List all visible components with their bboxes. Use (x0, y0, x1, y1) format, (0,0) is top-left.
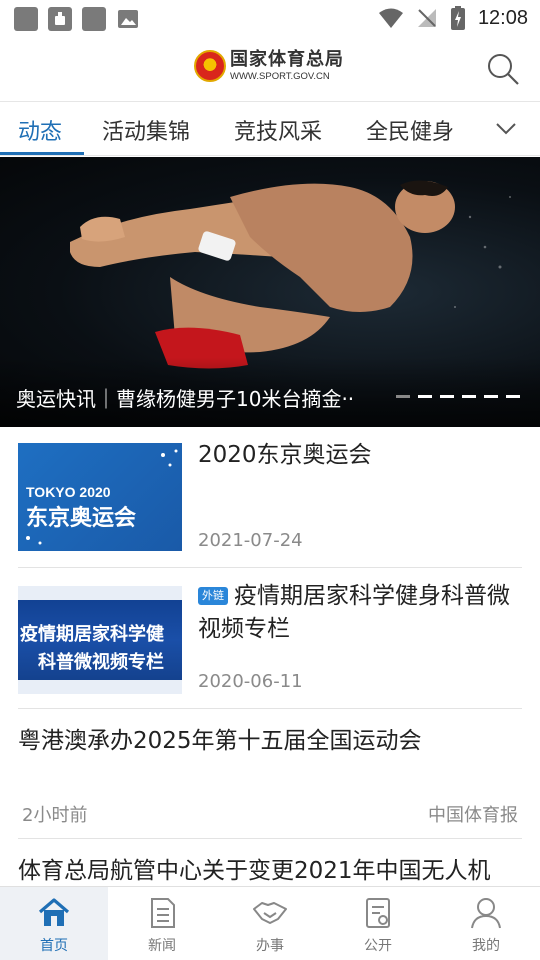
news-title-block: 外链 疫情期居家科学健身科普微视频专栏 (198, 580, 522, 646)
category-tabs: 动态 活动集锦 竞技风采 全民健身 (0, 102, 540, 156)
carousel-dot (440, 395, 454, 398)
chevron-down-icon[interactable] (494, 116, 518, 140)
no-signal-icon (417, 9, 436, 27)
battery-charging-icon (450, 6, 465, 30)
public-doc-icon (366, 898, 390, 928)
notification-icon (14, 7, 38, 31)
nav-home[interactable]: 首页 (0, 887, 108, 960)
nav-label: 公开 (364, 938, 392, 954)
nav-news[interactable]: 新闻 (108, 887, 216, 960)
nav-label: 新闻 (148, 938, 176, 954)
banner-carousel[interactable]: 奥运快讯｜曹缘杨健男子10米台摘金·· (0, 157, 540, 427)
news-date: 2020-06-11 (198, 671, 303, 692)
thumb-text-bottom: 东京奥运会 (26, 505, 136, 531)
active-tab-indicator (0, 152, 84, 155)
news-icon (151, 898, 175, 928)
carousel-indicators (396, 395, 520, 398)
carousel-dot (418, 395, 432, 398)
app-header: 国家体育总局 WWW.SPORT.GOV.CN (0, 38, 540, 102)
carousel-dot (506, 395, 520, 398)
wifi-icon (378, 8, 403, 28)
notification-icon (82, 7, 106, 31)
list-item[interactable]: 疫情期居家科学健 科普微视频专栏 外链 疫情期居家科学健身科普微视频专栏 2020… (18, 568, 522, 709)
user-icon (471, 898, 501, 929)
news-thumbnail: TOKYO 2020 东京奥运会 (18, 443, 182, 551)
bottom-navigation: 首页 新闻 办事 公开 我的 (0, 886, 540, 960)
search-icon[interactable] (486, 52, 520, 86)
tab-activity-highlights[interactable]: 活动集锦 (102, 114, 190, 146)
tab-dynamics[interactable]: 动态 (18, 114, 62, 146)
news-title[interactable]: 体育总局航管中心关于变更2021年中国无人机 (18, 851, 491, 885)
tab-competition[interactable]: 竞技风采 (234, 114, 322, 146)
thumb-text-bottom: 科普微视频专栏 (38, 651, 164, 673)
nav-label: 办事 (256, 938, 284, 954)
home-icon (38, 898, 70, 926)
nav-label: 我的 (472, 938, 500, 954)
nav-services[interactable]: 办事 (216, 887, 324, 960)
banner-caption[interactable]: 奥运快讯｜曹缘杨健男子10米台摘金·· (16, 383, 354, 412)
carousel-dot (462, 395, 476, 398)
external-link-badge: 外链 (198, 587, 228, 605)
national-emblem-icon (194, 50, 226, 82)
nav-label: 首页 (40, 938, 68, 954)
news-source: 中国体育报 (428, 805, 518, 826)
site-logo[interactable]: 国家体育总局 WWW.SPORT.GOV.CN (194, 50, 344, 82)
clock: 12:08 (477, 6, 528, 29)
carousel-dot (396, 395, 410, 398)
news-date: 2021-07-24 (198, 530, 303, 551)
news-title[interactable]: 粤港澳承办2025年第十五届全国运动会 (18, 721, 422, 755)
list-item[interactable]: TOKYO 2020 东京奥运会 2020东京奥运会 2021-07-24 (18, 427, 522, 568)
status-bar: 12:08 (0, 0, 540, 38)
tab-fitness[interactable]: 全民健身 (366, 114, 454, 146)
notification-app-icon (48, 7, 72, 31)
carousel-dot (484, 395, 498, 398)
handshake-icon (253, 902, 287, 924)
news-thumbnail: 疫情期居家科学健 科普微视频专栏 (18, 586, 182, 694)
thumb-text-top: TOKYO 2020 (26, 484, 111, 500)
image-notification-icon (116, 7, 140, 31)
news-time: 2小时前 (22, 805, 88, 826)
logo-url: WWW.SPORT.GOV.CN (230, 70, 330, 82)
nav-public[interactable]: 公开 (324, 887, 432, 960)
thumb-text-top: 疫情期居家科学健 (20, 623, 164, 645)
logo-title: 国家体育总局 (230, 48, 344, 70)
news-title: 2020东京奥运会 (198, 442, 372, 468)
notification-icons (14, 7, 140, 31)
nav-profile[interactable]: 我的 (432, 887, 540, 960)
news-title: 疫情期居家科学健身科普微视频专栏 (198, 583, 510, 642)
